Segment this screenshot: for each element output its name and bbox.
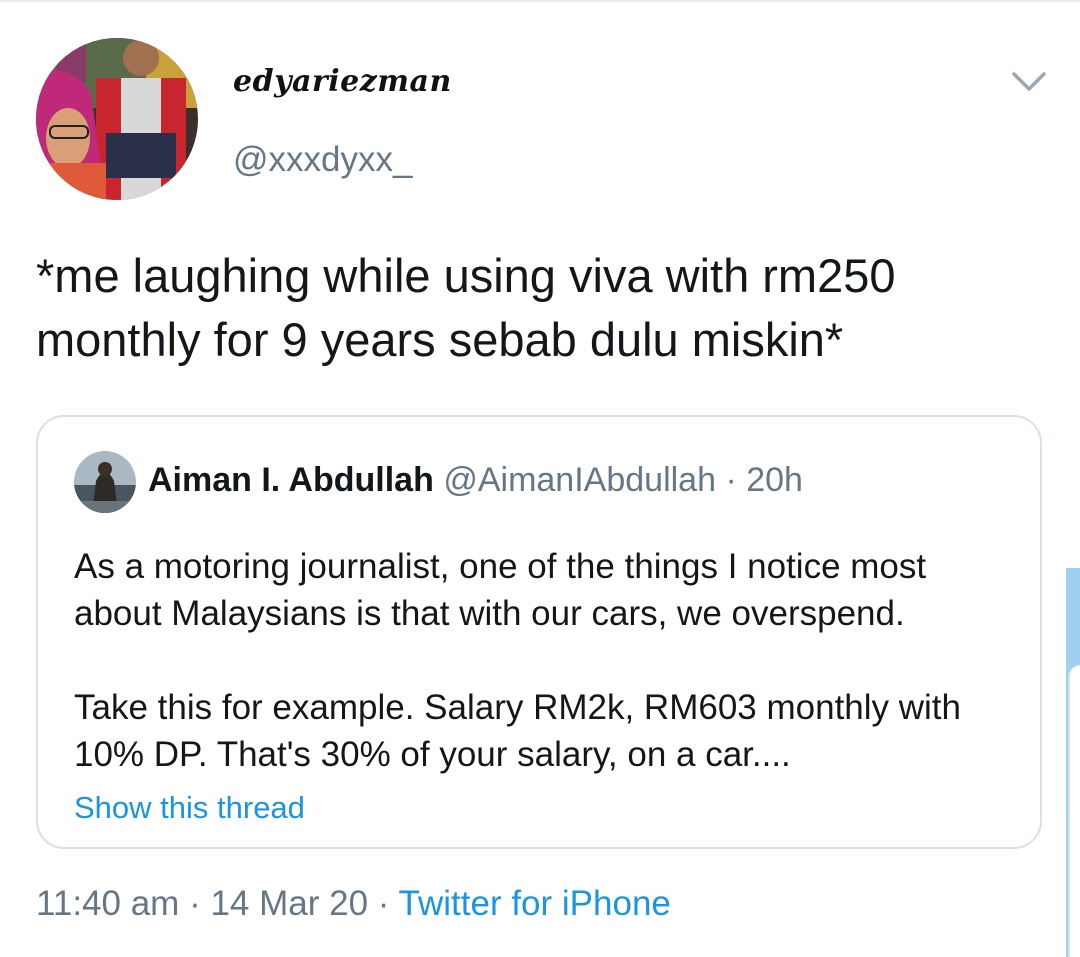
quoted-tweet-text: As a motoring journalist, one of the thi… bbox=[74, 543, 1014, 778]
tweet-date: 14 Mar 20 bbox=[210, 884, 369, 923]
quoted-tweet-header: Aiman I. Abdullah @AimanIAbdullah · 20h bbox=[148, 461, 803, 500]
top-divider bbox=[0, 0, 1080, 2]
tweet-time: 11:40 am bbox=[36, 884, 180, 923]
quoted-timestamp: 20h bbox=[746, 461, 803, 499]
show-thread-link[interactable]: Show this thread bbox=[74, 790, 305, 826]
quoted-tweet-card[interactable]: Aiman I. Abdullah @AimanIAbdullah · 20h … bbox=[36, 415, 1042, 849]
meta-separator: · bbox=[179, 884, 211, 923]
author-display-name[interactable]: edyariezman bbox=[233, 64, 452, 99]
tweet-detail: edyariezman @xxxdyxx_ *me laughing while… bbox=[0, 0, 1080, 957]
chevron-down-icon[interactable] bbox=[1008, 64, 1050, 100]
quoted-paragraph: As a motoring journalist, one of the thi… bbox=[74, 547, 927, 633]
scrollbar-edge bbox=[1068, 665, 1080, 957]
quoted-paragraph: Take this for example. Salary RM2k, RM60… bbox=[74, 688, 961, 774]
meta-separator: · bbox=[368, 884, 399, 923]
tweet-meta: 11:40 am · 14 Mar 20 · Twitter for iPhon… bbox=[36, 884, 671, 924]
quoted-author-avatar bbox=[74, 451, 136, 513]
author-avatar[interactable] bbox=[36, 38, 198, 200]
quoted-author-name: Aiman I. Abdullah bbox=[148, 461, 434, 499]
quoted-separator: · bbox=[716, 461, 747, 499]
author-handle[interactable]: @xxxdyxx_ bbox=[233, 140, 412, 180]
tweet-source-link[interactable]: Twitter for iPhone bbox=[399, 884, 671, 923]
tweet-text: *me laughing while using viva with rm250… bbox=[36, 249, 909, 366]
quoted-author-handle: @AimanIAbdullah bbox=[443, 461, 716, 499]
